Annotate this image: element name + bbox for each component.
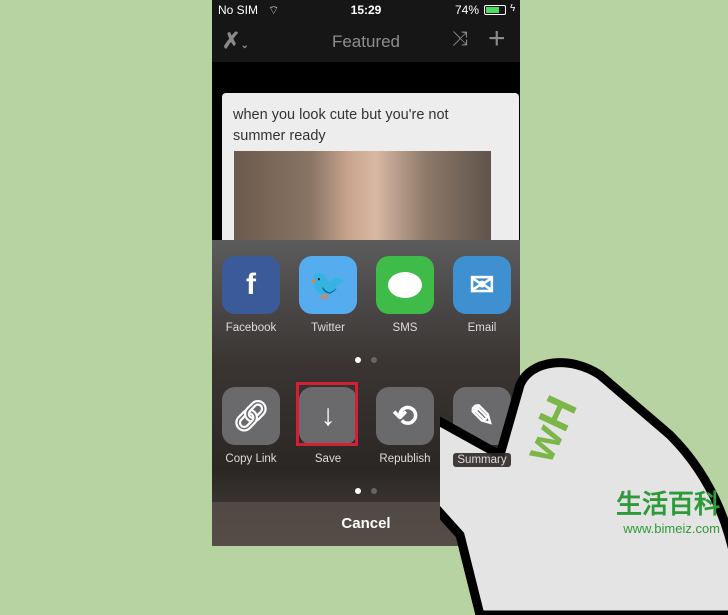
share-sms[interactable]: SMS xyxy=(376,256,434,334)
action-republish[interactable]: ⟲ Republish xyxy=(376,387,434,465)
share-twitter[interactable]: 🐦 Twitter xyxy=(299,256,357,334)
nav-bar: ✗⌄ Featured ⤨ + xyxy=(212,20,520,62)
twitter-bird-icon: 🐦 xyxy=(299,256,357,314)
action-copy-link[interactable]: 🔗︎ Copy Link xyxy=(222,387,280,465)
save-highlight xyxy=(296,382,358,446)
link-icon: 🔗︎ xyxy=(222,387,280,445)
add-icon[interactable]: + xyxy=(488,22,506,56)
post-card[interactable]: when you look cute but you're not summer… xyxy=(222,93,519,253)
page-title: Featured xyxy=(331,32,401,51)
envelope-icon: ✉ xyxy=(453,256,511,314)
shuffle-icon[interactable]: ⤨ xyxy=(452,28,468,51)
facebook-icon: f xyxy=(222,256,280,314)
message-bubble-icon xyxy=(376,256,434,314)
status-bar: No SIM ⌔ 15:29 74% ϟ xyxy=(212,0,520,20)
post-caption: when you look cute but you're not summer… xyxy=(233,107,449,144)
battery-percent: 74% xyxy=(455,3,480,17)
share-facebook[interactable]: f Facebook xyxy=(222,256,280,334)
battery-icon xyxy=(484,5,506,15)
charging-icon: ϟ xyxy=(510,3,516,14)
watermark: 生活百科 www.bimeiz.com xyxy=(615,489,720,536)
phone-screen: No SIM ⌔ 15:29 74% ϟ ✗⌄ Featured ⤨ + whe… xyxy=(212,0,520,546)
post-image xyxy=(234,151,491,251)
repeat-icon: ⟲ xyxy=(376,387,434,445)
share-email[interactable]: ✉ Email xyxy=(453,256,511,334)
